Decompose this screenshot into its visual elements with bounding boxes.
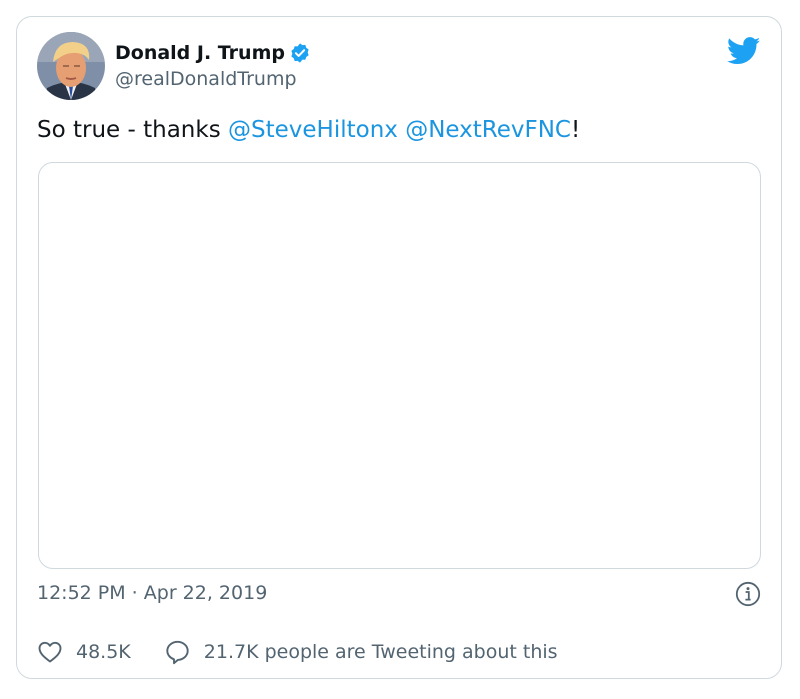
- conversation-button[interactable]: 21.7K people are Tweeting about this: [165, 639, 558, 665]
- tweet-timestamp[interactable]: 12:52 PM · Apr 22, 2019: [37, 581, 267, 605]
- author-handle[interactable]: @realDonaldTrump: [115, 68, 297, 90]
- tweet-text: So true - thanks @SteveHiltonx @NextRevF…: [37, 115, 580, 145]
- conversation-label: 21.7K people are Tweeting about this: [203, 641, 558, 663]
- info-icon[interactable]: [735, 581, 761, 607]
- like-count: 48.5K: [76, 641, 131, 663]
- author-name[interactable]: Donald J. Trump: [115, 42, 285, 64]
- profile-photo: [37, 32, 105, 100]
- mention-link[interactable]: @NextRevFNC: [405, 117, 571, 143]
- mention-link[interactable]: @SteveHiltonx: [228, 117, 398, 143]
- tweet-card: Donald J. Trump @realDonaldTrump So true…: [16, 16, 782, 679]
- like-button[interactable]: 48.5K: [37, 640, 131, 664]
- heart-icon: [37, 640, 63, 664]
- action-bar: 48.5K 21.7K people are Tweeting about th…: [37, 637, 592, 667]
- twitter-bird-icon[interactable]: [726, 37, 761, 65]
- author-name-row[interactable]: Donald J. Trump: [115, 40, 311, 66]
- verified-badge-icon: [289, 42, 311, 64]
- tweet-text-suffix: !: [571, 117, 581, 143]
- speech-bubble-icon: [165, 639, 191, 665]
- avatar[interactable]: [37, 32, 105, 100]
- media-card[interactable]: [38, 162, 761, 569]
- tweet-text-prefix: So true - thanks: [37, 117, 228, 143]
